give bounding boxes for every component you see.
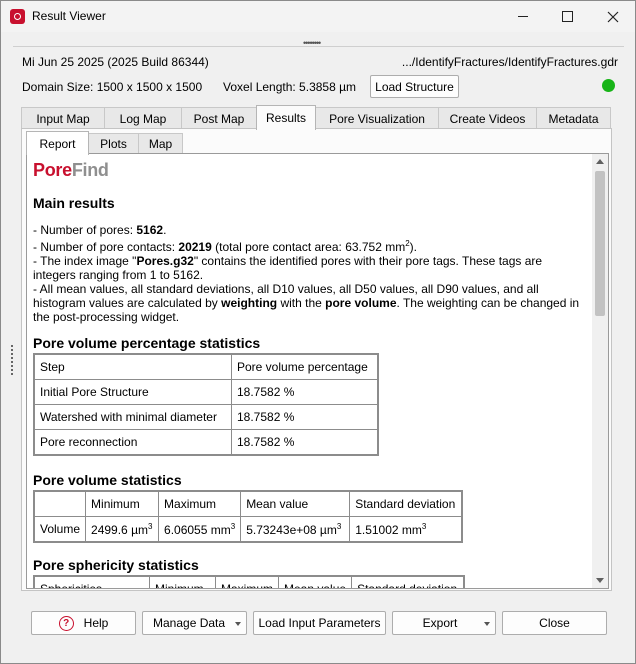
table-header-cell: Maximum — [159, 492, 241, 516]
table-row: Pore reconnection 18.7582 % — [35, 430, 377, 454]
table-header-cell: Minimum — [150, 577, 215, 588]
pore-sphericity-table: Sphericities Minimum Maximum Mean value … — [33, 575, 466, 588]
main-results-list: - Number of pores: 5162. - Number of por… — [33, 223, 588, 324]
result-viewer-window: Result Viewer •••••••• Mi Jun 25 2025 (2… — [0, 0, 636, 664]
list-item: - Number of pores: 5162. — [33, 223, 167, 237]
table-header-cell: Maximum — [216, 577, 279, 588]
table-cell: 1.51002 mm3 — [350, 517, 462, 541]
tab-report[interactable]: Report — [26, 131, 89, 155]
table-cell: 6.06055 mm3 — [159, 517, 241, 541]
list-item: - All mean values, all standard deviatio… — [33, 282, 580, 324]
table-header-cell: Step — [35, 355, 231, 379]
close-window-button[interactable] — [590, 1, 636, 32]
table-cell: Pore reconnection — [35, 430, 231, 454]
help-icon: ? — [58, 615, 74, 631]
table-header-cell: Mean value — [241, 492, 350, 516]
table-cell: 18.7582 % — [232, 380, 377, 404]
export-button[interactable]: Export — [392, 611, 496, 635]
dropdown-arrow-icon — [235, 622, 241, 626]
load-structure-button[interactable]: Load Structure — [370, 75, 459, 98]
close-icon — [607, 11, 619, 22]
list-item: - Number of pore contacts: 20219 (total … — [33, 239, 418, 254]
pore-volume-percentage-table: Step Pore volume percentage Initial Pore… — [33, 353, 379, 456]
table-cell: 5.73243e+08 µm3 — [241, 517, 350, 541]
table-header-cell: Minimum — [86, 492, 159, 516]
window-title: Result Viewer — [32, 9, 106, 23]
table-header-cell — [35, 492, 86, 516]
dropdown-arrow-icon — [484, 622, 490, 626]
build-label: Mi Jun 25 2025 (2025 Build 86344) — [22, 55, 209, 69]
maximize-button[interactable] — [544, 1, 590, 32]
table-header-cell: Mean value — [279, 577, 352, 588]
list-item: - The index image "Pores.g32" contains t… — [33, 254, 543, 282]
results-tab-panel: Report Plots Map PoreFind Main results -… — [21, 128, 612, 591]
tab-map[interactable]: Map — [138, 133, 183, 154]
voxel-length-label: Voxel Length: 5.3858 µm — [223, 80, 357, 94]
status-indicator-icon — [602, 79, 615, 92]
table-cell: 18.7582 % — [232, 430, 377, 454]
help-button[interactable]: ? Help — [31, 611, 136, 635]
load-input-parameters-button[interactable]: Load Input Parameters — [253, 611, 386, 635]
scroll-up-icon[interactable] — [596, 159, 604, 164]
result-panel: •••••••• Mi Jun 25 2025 (2025 Build 8634… — [13, 39, 624, 591]
porefind-logo: PoreFind — [33, 160, 109, 180]
table-cell: Volume — [35, 517, 86, 541]
table-cell: Initial Pore Structure — [35, 380, 231, 404]
tab-pore-visualization[interactable]: Pore Visualization — [315, 107, 439, 129]
table-header-cell: Standard deviation — [352, 577, 464, 588]
table-header-cell: Sphericities — [35, 577, 149, 588]
minimize-button[interactable] — [500, 1, 546, 32]
report-view[interactable]: PoreFind Main results - Number of pores:… — [26, 153, 609, 589]
report-scrollbar[interactable] — [592, 154, 608, 588]
splitter-handle[interactable]: •••••••• — [303, 39, 321, 48]
scroll-down-icon[interactable] — [596, 578, 604, 583]
main-results-heading: Main results — [33, 195, 115, 211]
table-header-cell: Pore volume percentage — [232, 355, 377, 379]
table-row: Watershed with minimal diameter 18.7582 … — [35, 405, 377, 429]
tab-input-map[interactable]: Input Map — [21, 107, 105, 129]
table-header-row: Step Pore volume percentage — [35, 355, 377, 379]
manage-data-button[interactable]: Manage Data — [142, 611, 247, 635]
domain-size-label: Domain Size: 1500 x 1500 x 1500 — [22, 80, 203, 94]
tab-metadata[interactable]: Metadata — [536, 107, 611, 129]
scrollbar-thumb[interactable] — [595, 171, 605, 316]
tab-plots[interactable]: Plots — [88, 133, 139, 154]
tab-log-map[interactable]: Log Map — [104, 107, 182, 129]
pore-volume-percentage-heading: Pore volume percentage statistics — [33, 335, 261, 351]
table-header-row: Sphericities Minimum Maximum Mean value … — [35, 577, 464, 588]
table-header-cell: Standard deviation — [350, 492, 462, 516]
project-path: .../IdentifyFractures/IdentifyFractures.… — [401, 55, 618, 69]
pore-volume-heading: Pore volume statistics — [33, 472, 182, 488]
report-content: PoreFind Main results - Number of pores:… — [33, 159, 593, 588]
tab-create-videos[interactable]: Create Videos — [438, 107, 537, 129]
table-header-row: Minimum Maximum Mean value Standard devi… — [35, 492, 462, 516]
close-button[interactable]: Close — [502, 611, 607, 635]
table-cell: 2499.6 µm3 — [86, 517, 159, 541]
app-logo-icon — [10, 9, 25, 24]
title-bar: Result Viewer — [1, 1, 635, 32]
tab-post-map[interactable]: Post Map — [181, 107, 257, 129]
table-cell: 18.7582 % — [232, 405, 377, 429]
pore-volume-table: Minimum Maximum Mean value Standard devi… — [33, 490, 464, 543]
table-row: Volume 2499.6 µm3 6.06055 mm3 5.73243e+0… — [35, 517, 462, 541]
tab-results[interactable]: Results — [256, 105, 316, 130]
pore-sphericity-heading: Pore sphericity statistics — [33, 557, 199, 573]
table-cell: Watershed with minimal diameter — [35, 405, 231, 429]
table-row: Initial Pore Structure 18.7582 % — [35, 380, 377, 404]
side-splitter-handle[interactable] — [11, 343, 15, 379]
